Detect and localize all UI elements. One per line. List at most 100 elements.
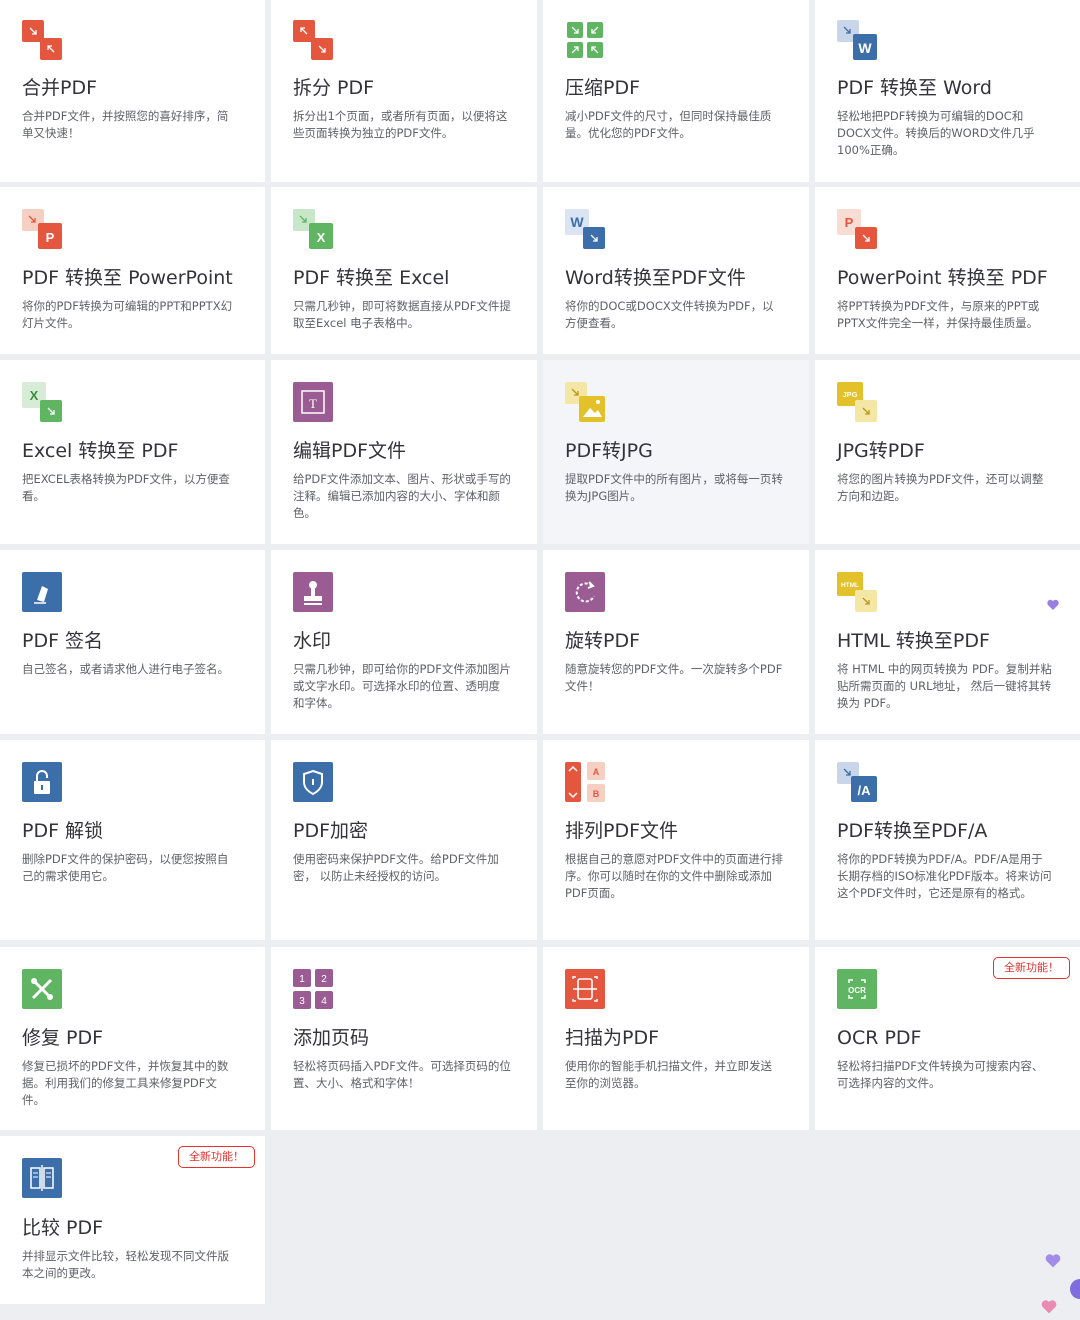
tool-card-jpg2pdf[interactable]: JPG JPG转PDF 将您的图片转换为PDF文件，还可以调整方向和边距。	[815, 360, 1080, 544]
tool-card-protect[interactable]: PDF加密使用密码来保护PDF文件。给PDF文件加密， 以防止未经授权的访问。	[271, 740, 537, 940]
tool-card-edit[interactable]: T 编辑PDF文件 给PDF文件添加文本、图片、形状或手写的注释。编辑已添加内容的大…	[271, 360, 537, 544]
tool-title: JPG转PDF	[837, 440, 925, 462]
tool-card-rotate[interactable]: 旋转PDF 随意旋转您的PDF文件。一次旋转多个PDF文件！	[543, 550, 809, 734]
organize-pdf-icon: AB	[565, 762, 605, 802]
svg-text:JPG: JPG	[842, 390, 857, 399]
powerpoint-to-pdf-icon: P	[837, 209, 877, 249]
tool-description: 只需几秒钟，即可给你的PDF文件添加图片或文字水印。可选择水印的位置、透明度和字…	[293, 662, 511, 710]
tool-title: PDF 解锁	[22, 820, 104, 842]
tool-title: 拆分 PDF	[293, 77, 375, 99]
tool-title: PDF 转换至 Excel	[293, 267, 450, 289]
svg-text:3: 3	[299, 996, 305, 1007]
tool-card-ocr[interactable]: OCR OCR PDF 轻松将扫描PDF文件转换为可搜索内容、可选择内容的文件。 全新…	[815, 947, 1080, 1130]
tool-description: 把EXCEL表格转换为PDF文件，以方便查看。	[22, 472, 230, 503]
svg-text:/A: /A	[858, 783, 872, 798]
tool-card-repair[interactable]: 修复 PDF 修复已损坏的PDF文件，并恢复其中的数据。利用我们的修复工具来修复P…	[0, 947, 265, 1130]
tool-card-pagenum[interactable]: 1 2 3 4 添加页码 轻松将页码插入PDF文件。可选择页码的位置、大小、格式和字体！	[271, 947, 537, 1130]
tool-card-organize[interactable]: A B 排列PDF文件 根据自己的意愿对PDF文件中的页面进行排序。你可以随时在你的文…	[543, 740, 809, 940]
svg-text:W: W	[858, 40, 872, 56]
tool-description: 将您的图片转换为PDF文件，还可以调整方向和边距。	[837, 472, 1044, 503]
tool-card-unlock[interactable]: PDF 解锁删除PDF文件的保护密码，以便您按照自己的需求使用它。	[0, 740, 265, 940]
svg-text:T: T	[309, 396, 317, 411]
svg-text:P: P	[845, 215, 854, 230]
tool-card-scan[interactable]: 扫描为PDF 使用你的智能手机扫描文件，并立即发送至你的浏览器。	[543, 947, 809, 1130]
tool-card-html2pdf[interactable]: HTML HTML 转换至PDF 将 HTML 中的网页转换为 PDF。复制并粘贴所…	[815, 550, 1080, 734]
tool-description: 使用你的智能手机扫描文件，并立即发送至你的浏览器。	[565, 1059, 772, 1090]
tool-card-pdf2excel[interactable]: X PDF 转换至 Excel 只需几秒钟，即可将数据直接从PDF文件提取至Exce…	[271, 187, 537, 354]
tool-title: 比较 PDF	[22, 1217, 104, 1239]
tool-description: 自己签名，或者请求他人进行电子签名。	[22, 662, 229, 676]
new-feature-badge: 全新功能！	[178, 1146, 255, 1168]
tool-title: 合并PDF	[22, 77, 98, 99]
jpg-to-pdf-icon: JPG	[837, 382, 877, 422]
tool-description: 轻松将扫描PDF文件转换为可搜索内容、可选择内容的文件。	[837, 1059, 1044, 1090]
tool-card-ppt2pdf[interactable]: P PowerPoint 转换至 PDF 将PPT转换为PDF文件，与原来的PPT或…	[815, 187, 1080, 354]
ocr-pdf-icon: OCR	[837, 969, 877, 1009]
tool-card-pdf2jpg[interactable]: PDF转JPG 提取PDF文件中的所有图片，或将每一页转换为JPG图片。	[543, 360, 809, 544]
tool-description: 修复已损坏的PDF文件，并恢复其中的数据。利用我们的修复工具来修复PDF文件。	[22, 1059, 229, 1107]
tool-description: 拆分出1个页面，或者所有页面，以便将这些页面转换为独立的PDF文件。	[293, 109, 508, 140]
repair-pdf-icon	[22, 969, 62, 1009]
tool-card-word2pdf[interactable]: W Word转换至PDF文件 将你的DOC或DOCX文件转换为PDF，以方便查看。	[543, 187, 809, 354]
tool-title: Excel 转换至 PDF	[22, 440, 179, 462]
pdf-to-excel-icon: X	[293, 209, 333, 249]
tool-card-merge[interactable]: 合并PDF 合并PDF文件，并按照您的喜好排序，简单又快速！	[0, 0, 265, 182]
tool-title: PDF 转换至 Word	[837, 77, 992, 99]
tool-card-pdf2ppt[interactable]: P PDF 转换至 PowerPoint 将你的PDF转换为可编辑的PPT和PPTX…	[0, 187, 265, 354]
svg-text:1: 1	[299, 974, 305, 985]
tool-title: 添加页码	[293, 1027, 370, 1049]
heart-decoration-icon	[1070, 1279, 1080, 1299]
tool-description: 轻松将页码插入PDF文件。可选择页码的位置、大小、格式和字体！	[293, 1059, 511, 1090]
pdf-to-word-icon: W	[837, 20, 877, 60]
tool-title: OCR PDF	[837, 1027, 922, 1049]
svg-text:A: A	[593, 767, 600, 777]
tool-description: 减小PDF文件的尺寸，但同时保持最佳质量。优化您的PDF文件。	[565, 109, 772, 140]
heart-decoration-icon	[1045, 1254, 1061, 1268]
tool-description: 随意旋转您的PDF文件。一次旋转多个PDF文件！	[565, 662, 783, 693]
tool-title: PowerPoint 转换至 PDF	[837, 267, 1048, 289]
tool-card-sign[interactable]: PDF 签名自己签名，或者请求他人进行电子签名。	[0, 550, 265, 734]
compare-pdf-icon	[22, 1158, 62, 1198]
rotate-pdf-icon	[565, 572, 605, 612]
tool-description: 只需几秒钟，即可将数据直接从PDF文件提取至Excel 电子表格中。	[293, 299, 511, 330]
unlock-pdf-icon	[22, 762, 62, 802]
tool-description: 删除PDF文件的保护密码，以便您按照自己的需求使用它。	[22, 852, 229, 883]
tool-title: 水印	[293, 630, 332, 652]
tool-description: 根据自己的意愿对PDF文件中的页面进行排序。你可以随时在你的文件中删除或添加PD…	[565, 852, 783, 900]
tool-title: 旋转PDF	[565, 630, 641, 652]
tool-card-pdfa[interactable]: /A PDF转换至PDF/A 将你的PDF转换为PDF/A。PDF/A是用于长期存档…	[815, 740, 1080, 940]
svg-text:X: X	[317, 230, 326, 245]
svg-text:HTML: HTML	[841, 582, 859, 589]
pdf-to-jpg-icon	[565, 382, 605, 422]
tool-card-split[interactable]: 拆分 PDF 拆分出1个页面，或者所有页面，以便将这些页面转换为独立的PDF文件。	[271, 0, 537, 182]
tool-card-compress[interactable]: 压缩PDF 减小PDF文件的尺寸，但同时保持最佳质量。优化您的PDF文件。	[543, 0, 809, 182]
html-to-pdf-icon: HTML	[837, 572, 877, 612]
compress-pdf-icon	[565, 20, 605, 60]
svg-text:OCR: OCR	[848, 986, 866, 995]
word-to-pdf-icon: W	[565, 209, 605, 249]
svg-text:4: 4	[321, 996, 327, 1007]
tool-description: 将 HTML 中的网页转换为 PDF。复制并粘贴所需页面的 URL地址， 然后一…	[837, 662, 1052, 710]
split-pdf-icon	[293, 20, 333, 60]
tool-description: 使用密码来保护PDF文件。给PDF文件加密， 以防止未经授权的访问。	[293, 852, 499, 883]
sign-pdf-icon	[22, 572, 62, 612]
heart-decoration-icon	[1047, 599, 1059, 610]
tool-card-pdf2word[interactable]: W PDF 转换至 Word 轻松地把PDF转换为可编辑的DOC和DOCX文件。转换…	[815, 0, 1080, 182]
tool-card-watermark[interactable]: 水印只需几秒钟，即可给你的PDF文件添加图片或文字水印。可选择水印的位置、透明度…	[271, 550, 537, 734]
tool-card-excel2pdf[interactable]: X Excel 转换至 PDF 把EXCEL表格转换为PDF文件，以方便查看。	[0, 360, 265, 544]
tool-title: PDF 签名	[22, 630, 104, 652]
pdf-to-powerpoint-icon: P	[22, 209, 62, 249]
tools-grid: 合并PDF 合并PDF文件，并按照您的喜好排序，简单又快速！ 拆分 PDF 拆分出1个…	[0, 0, 1080, 1320]
tool-card-compare[interactable]: 比较 PDF 并排显示文件比较，轻松发现不同文件版本之间的更改。 全新功能！	[0, 1136, 265, 1304]
tool-title: PDF转JPG	[565, 440, 653, 462]
tool-title: PDF加密	[293, 820, 369, 842]
svg-text:X: X	[30, 388, 39, 403]
tool-description: 将PPT转换为PDF文件，与原来的PPT或PPTX文件完全一样，并保持最佳质量。	[837, 299, 1040, 330]
watermark-icon	[293, 572, 333, 612]
svg-text:P: P	[46, 230, 55, 245]
tool-title: 压缩PDF	[565, 77, 641, 99]
tool-title: 编辑PDF文件	[293, 440, 407, 462]
excel-to-pdf-icon: X	[22, 382, 62, 422]
tool-title: 扫描为PDF	[565, 1027, 660, 1049]
tool-title: PDF 转换至 PowerPoint	[22, 267, 233, 289]
